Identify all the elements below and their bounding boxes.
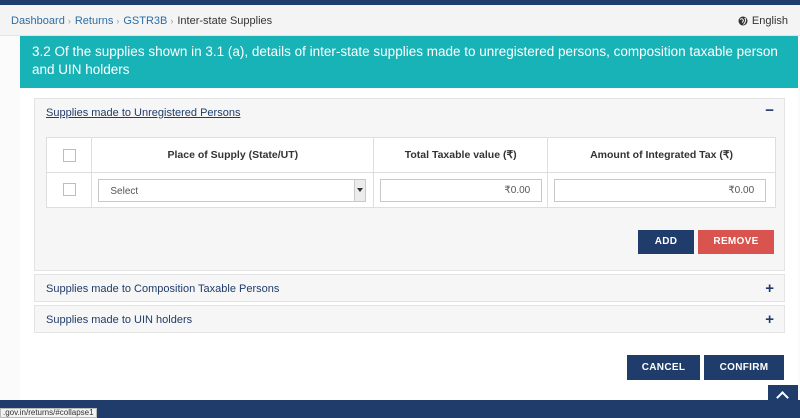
- header-place-of-supply: Place of Supply (State/UT): [91, 137, 375, 173]
- row-checkbox-cell: [45, 172, 93, 208]
- breadcrumb-dashboard[interactable]: Dashboard: [11, 15, 65, 27]
- breadcrumb-separator-icon: ›: [170, 16, 174, 26]
- cancel-button[interactable]: CANCEL: [627, 355, 700, 380]
- section-title-unregistered[interactable]: Supplies made to Unregistered Persons: [46, 107, 240, 119]
- scroll-to-top-icon[interactable]: [768, 385, 798, 407]
- add-button[interactable]: ADD: [638, 230, 694, 254]
- breadcrumb-separator-icon: ›: [67, 16, 71, 26]
- language-selector[interactable]: English: [738, 15, 788, 27]
- place-of-supply-select[interactable]: Select: [98, 178, 367, 202]
- supplies-table: Place of Supply (State/UT) Total Taxable…: [45, 137, 776, 208]
- breadcrumb: Dashboard › Returns › GSTR3B › Inter-sta…: [11, 15, 272, 27]
- breadcrumb-current: Inter-state Supplies: [177, 15, 273, 27]
- place-of-supply-cell: Select: [91, 172, 375, 208]
- globe-icon: [738, 16, 748, 26]
- integrated-tax-cell: ₹0.00: [547, 172, 776, 208]
- language-label: English: [751, 15, 788, 27]
- header-integrated-tax: Amount of Integrated Tax (₹): [547, 137, 776, 173]
- header-taxable-value: Total Taxable value (₹): [373, 137, 549, 173]
- breadcrumb-gstr3b[interactable]: GSTR3B: [123, 15, 167, 27]
- page-footer: [0, 400, 800, 418]
- expand-icon[interactable]: +: [765, 311, 774, 328]
- integrated-tax-input[interactable]: ₹0.00: [554, 178, 767, 202]
- form-panel: Supplies made to Unregistered Persons − …: [20, 88, 798, 400]
- table-header-row: Place of Supply (State/UT) Total Taxable…: [45, 137, 776, 173]
- breadcrumb-bar: Dashboard › Returns › GSTR3B › Inter-sta…: [0, 5, 800, 36]
- section-banner: 3.2 Of the supplies shown in 3.1 (a), de…: [20, 36, 798, 88]
- section-title-uin[interactable]: Supplies made to UIN holders: [46, 314, 192, 326]
- status-bar-url: .gov.in/returns/#collapse1: [0, 408, 97, 418]
- taxable-value-cell: ₹0.00: [373, 172, 549, 208]
- breadcrumb-separator-icon: ›: [116, 16, 120, 26]
- dropdown-arrow-icon: [354, 179, 366, 201]
- header-checkbox-cell: [45, 137, 93, 173]
- select-all-checkbox[interactable]: [62, 148, 76, 162]
- expand-icon[interactable]: +: [765, 280, 774, 297]
- collapse-icon[interactable]: −: [765, 102, 774, 119]
- taxable-value-input[interactable]: ₹0.00: [380, 178, 543, 202]
- row-checkbox[interactable]: [62, 183, 76, 197]
- select-value: Select: [110, 185, 139, 197]
- remove-button[interactable]: REMOVE: [698, 230, 774, 254]
- section-title-composition[interactable]: Supplies made to Composition Taxable Per…: [46, 283, 279, 295]
- breadcrumb-returns[interactable]: Returns: [75, 15, 114, 27]
- banner-text: 3.2 Of the supplies shown in 3.1 (a), de…: [32, 44, 778, 77]
- section-composition-persons[interactable]: Supplies made to Composition Taxable Per…: [34, 274, 785, 302]
- section-uin-holders[interactable]: Supplies made to UIN holders +: [34, 305, 785, 333]
- section-unregistered-persons: Supplies made to Unregistered Persons − …: [34, 98, 785, 271]
- table-row: Select ₹0.00 ₹0.00: [45, 172, 776, 208]
- confirm-button[interactable]: CONFIRM: [704, 355, 784, 380]
